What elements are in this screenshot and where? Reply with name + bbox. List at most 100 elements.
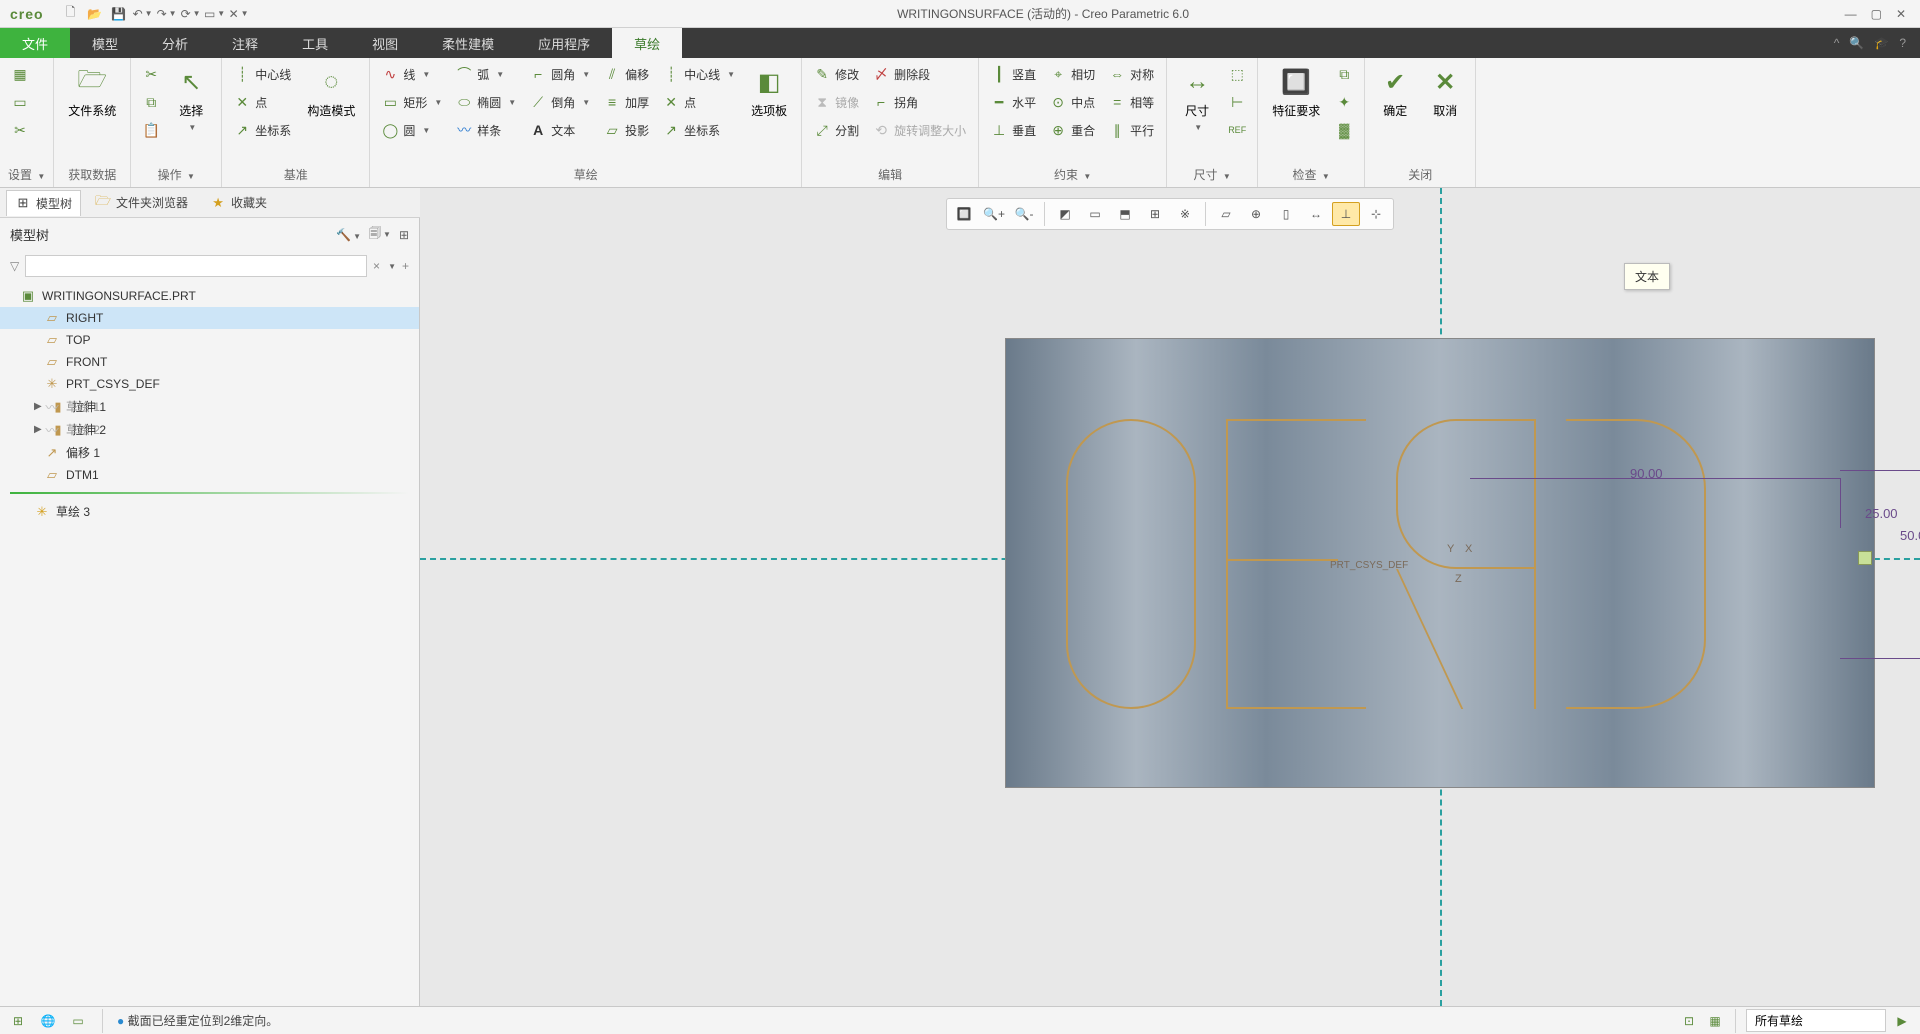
tree-row[interactable]: ▱RIGHT [0, 307, 419, 329]
csys2-button[interactable]: ↗坐标系 [659, 118, 739, 142]
perp-button[interactable]: ⊥垂直 [987, 118, 1040, 142]
circle-button[interactable]: ◯圆▼ [378, 118, 446, 142]
tab-apps[interactable]: 应用程序 [516, 28, 612, 58]
spline-button[interactable]: 〰样条 [452, 118, 520, 142]
repaint-icon[interactable]: ◩ [1051, 202, 1079, 226]
point2-button[interactable]: ✕点 [659, 90, 739, 114]
display-style-icon[interactable]: ▭ [1081, 202, 1109, 226]
status-filter-select[interactable]: 所有草绘 [1746, 1009, 1886, 1032]
navtab-modeltree[interactable]: ⊞模型树 [6, 190, 81, 216]
navtab-fav[interactable]: ★收藏夹 [202, 190, 275, 215]
datum-disp-icon[interactable]: ▱ [1212, 202, 1240, 226]
tangent-button[interactable]: ⌖相切 [1046, 62, 1099, 86]
spin-center-icon[interactable]: ⊕ [1242, 202, 1270, 226]
cut-button[interactable]: ✂ [139, 62, 163, 86]
search-cmd-icon[interactable]: 🔍 [1849, 36, 1864, 50]
symm-button[interactable]: ⇔对称 [1105, 62, 1158, 86]
tab-analysis[interactable]: 分析 [140, 28, 210, 58]
help-icon[interactable]: ? [1899, 36, 1906, 50]
featreq-button[interactable]: 🔲 特征要求 [1266, 62, 1326, 123]
horizontal-button[interactable]: ━水平 [987, 90, 1040, 114]
filter-icon[interactable]: ▽ [10, 259, 19, 273]
tab-tools[interactable]: 工具 [280, 28, 350, 58]
copy-button[interactable]: ⧉ [139, 90, 163, 114]
modify-button[interactable]: ✎修改 [810, 62, 863, 86]
mid-button[interactable]: ⊙中点 [1046, 90, 1099, 114]
status-filter-icon[interactable]: ▦ [1705, 1011, 1725, 1031]
project-button[interactable]: ▱投影 [600, 118, 653, 142]
ellipse-button[interactable]: ⬭椭圆▼ [452, 90, 520, 114]
dim-50[interactable]: 50.00 [1900, 528, 1920, 543]
tab-model[interactable]: 模型 [70, 28, 140, 58]
rect-button[interactable]: ▭矩形▼ [378, 90, 446, 114]
select-button[interactable]: ↖ 选择 ▼ [169, 62, 213, 136]
undo-icon[interactable]: ↶▼ [134, 5, 152, 23]
status-tree-icon[interactable]: ⊞ [8, 1011, 28, 1031]
collapse-ribbon-icon[interactable]: ^ [1834, 36, 1840, 50]
tree-row[interactable]: ✳PRT_CSYS_DEF [0, 373, 419, 395]
corner-button[interactable]: ⌐拐角 [869, 90, 970, 114]
tree-tool-2[interactable]: 🗐▼ [369, 224, 391, 245]
save-icon[interactable]: 💾 [110, 5, 128, 23]
dim-baseline-button[interactable]: ⊢ [1225, 90, 1249, 114]
paste-button[interactable]: 📋 [139, 118, 163, 142]
highlight-button[interactable]: ✦ [1332, 90, 1356, 114]
filter-clear-icon[interactable]: × [373, 259, 380, 273]
close-doc-icon[interactable]: ✕▼ [230, 5, 248, 23]
parallel-button[interactable]: ∥平行 [1105, 118, 1158, 142]
line-button[interactable]: ∿线▼ [378, 62, 446, 86]
vertical-button[interactable]: ┃竖直 [987, 62, 1040, 86]
tree-row[interactable]: ▱TOP [0, 329, 419, 351]
chamfer-button[interactable]: ⟋倒角▼ [526, 90, 594, 114]
status-layers-icon[interactable]: ▭ [68, 1011, 88, 1031]
thicken-button[interactable]: ≡加厚 [600, 90, 653, 114]
setup-cut-button[interactable]: ✂ [8, 118, 32, 142]
overlap-button[interactable]: ⧉ [1332, 62, 1356, 86]
point-button[interactable]: ✕点 [230, 90, 295, 114]
view-mgr-icon[interactable]: ⊞ [1141, 202, 1169, 226]
tree-tool-3[interactable]: ⊞ [399, 228, 409, 242]
sketch-view-icon[interactable]: ▯ [1272, 202, 1300, 226]
centerline2-button[interactable]: ┊中心线▼ [659, 62, 739, 86]
dim-ref-button[interactable]: REF [1225, 118, 1249, 142]
coinc-button[interactable]: ⊕重合 [1046, 118, 1099, 142]
graphics-canvas[interactable]: 🔲 🔍+ 🔍- ◩ ▭ ⬒ ⊞ ※ ▱ ⊕ ▯ ↔ ⊥ ⊹ 文本 [420, 188, 1920, 1006]
equal-button[interactable]: =相等 [1105, 90, 1158, 114]
dim-perim-button[interactable]: ⬚ [1225, 62, 1249, 86]
arc-button[interactable]: ⌒弧▼ [452, 62, 520, 86]
navtab-folder[interactable]: 🗁文件夹浏览器 [87, 190, 196, 215]
tree-root[interactable]: ▣ WRITINGONSURFACE.PRT [0, 285, 419, 307]
text-button[interactable]: A文本 [526, 118, 594, 142]
tab-flex[interactable]: 柔性建模 [420, 28, 516, 58]
new-icon[interactable]: 🗋 [62, 5, 80, 23]
status-geom-icon[interactable]: ⊡ [1679, 1011, 1699, 1031]
zoom-fit-icon[interactable]: 🔲 [950, 202, 978, 226]
ok-button[interactable]: ✔ 确定 [1373, 62, 1417, 123]
cancel-button[interactable]: ✕ 取消 [1423, 62, 1467, 123]
tree-row[interactable]: 〰草绘 2 [0, 418, 110, 441]
learn-icon[interactable]: 🎓 [1874, 36, 1889, 50]
centerline-button[interactable]: ┊中心线 [230, 62, 295, 86]
csys-button[interactable]: ↗坐标系 [230, 118, 295, 142]
filter-add-icon[interactable]: + [402, 259, 409, 273]
redo-icon[interactable]: ↷▼ [158, 5, 176, 23]
rotresize-button[interactable]: ⟲旋转调整大小 [869, 118, 970, 142]
zoom-in-icon[interactable]: 🔍+ [980, 202, 1008, 226]
mirror-button[interactable]: ⧗镜像 [810, 90, 863, 114]
zoom-out-icon[interactable]: 🔍- [1010, 202, 1038, 226]
constraints-disp-icon[interactable]: ⊥ [1332, 202, 1360, 226]
filesys-button[interactable]: 🗁 文件系统 [62, 62, 122, 123]
open-icon[interactable]: 📂 [86, 5, 104, 23]
offset-button[interactable]: ⫽偏移 [600, 62, 653, 86]
palette-button[interactable]: ◧ 选项板 [745, 62, 793, 123]
saved-views-icon[interactable]: ⬒ [1111, 202, 1139, 226]
tree-tool-1[interactable]: 🔨▼ [336, 228, 361, 242]
construct-button[interactable]: ◌ 构造模式 [301, 62, 361, 123]
tab-annotate[interactable]: 注释 [210, 28, 280, 58]
filter-dd-icon[interactable]: ▼ [388, 262, 396, 271]
status-web-icon[interactable]: 🌐 [38, 1011, 58, 1031]
tree-insert-item[interactable]: ✳ 草绘 3 [0, 500, 419, 523]
setup-ref-button[interactable]: ▭ [8, 90, 32, 114]
close-icon[interactable]: ✕ [1896, 7, 1906, 21]
dims-disp-icon[interactable]: ↔ [1302, 202, 1330, 226]
